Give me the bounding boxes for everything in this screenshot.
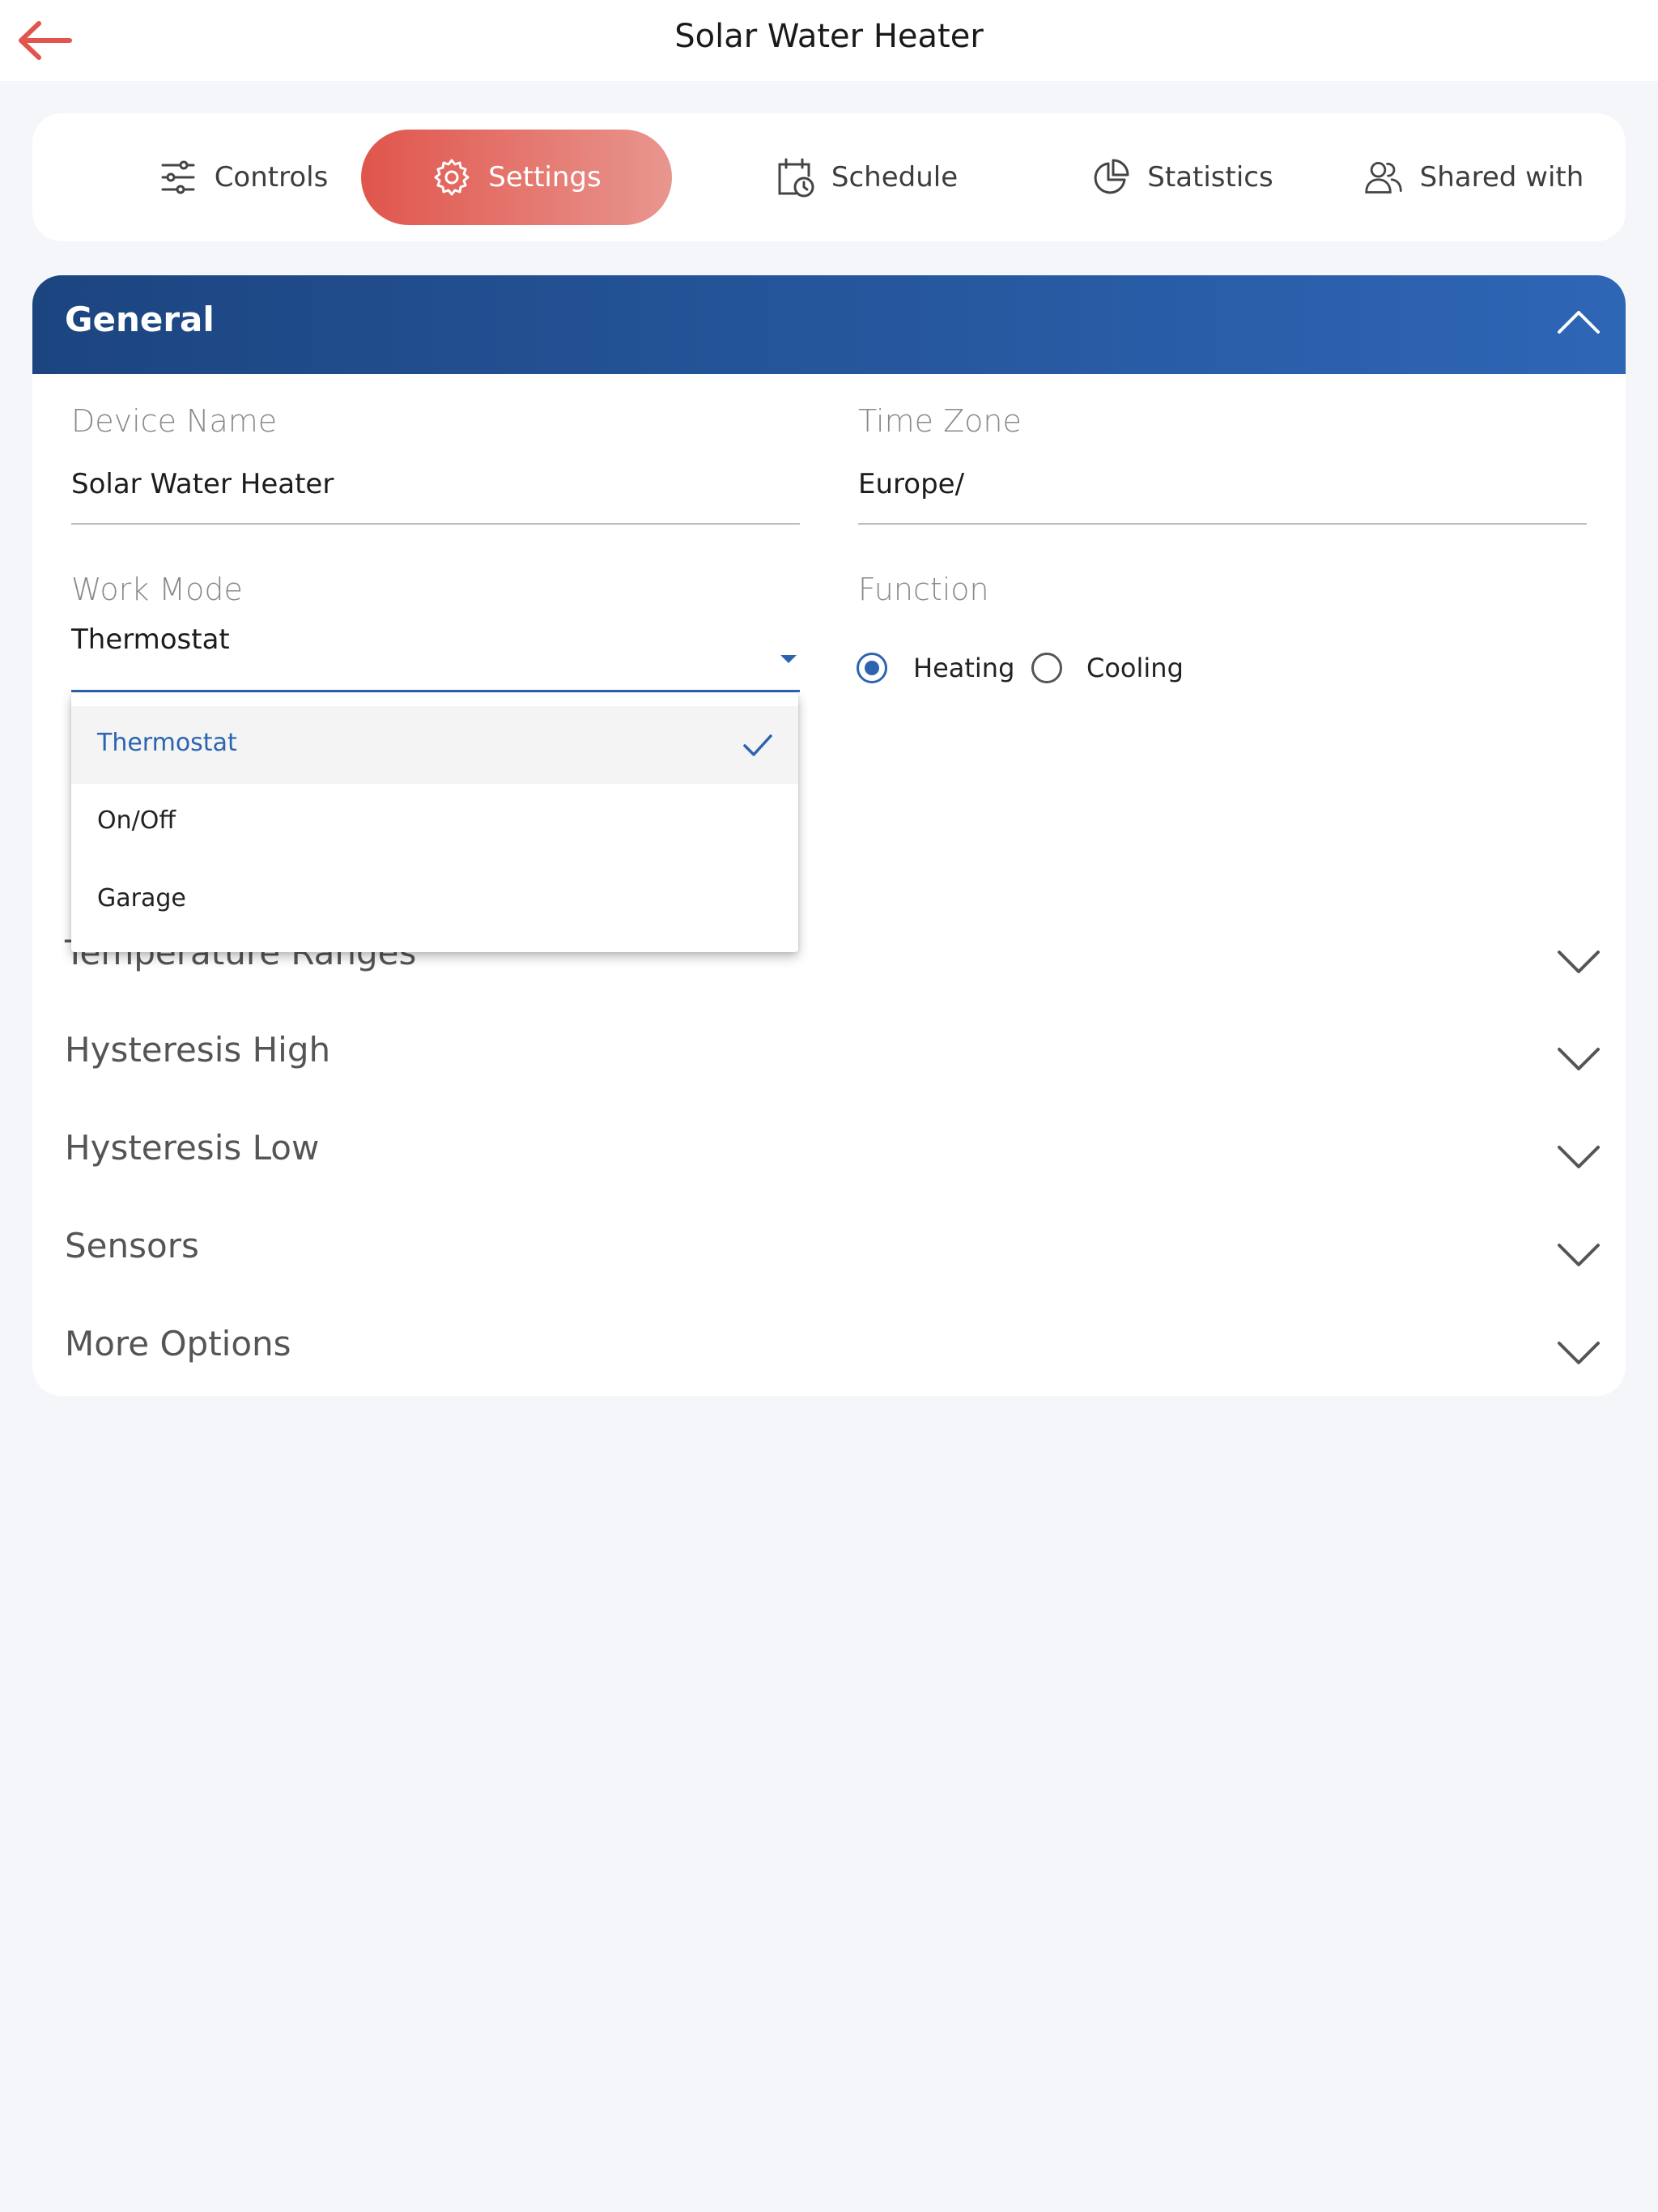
menu-option-label: On/Off — [97, 806, 176, 835]
general-section-header[interactable]: General — [32, 275, 1626, 374]
tab-label: Statistics — [1147, 161, 1273, 194]
cooling-radio-label[interactable]: Cooling — [1086, 653, 1184, 683]
menu-option-label: Garage — [97, 884, 186, 912]
accordion-sensors[interactable]: Sensors — [32, 1208, 1626, 1289]
chevron-down-icon — [1558, 951, 1600, 973]
accordion-hysteresis-high[interactable]: Hysteresis High — [32, 1012, 1626, 1093]
sliders-icon — [158, 157, 198, 198]
gear-icon — [432, 157, 472, 198]
top-bar: Solar Water Heater — [0, 0, 1658, 81]
time-zone-label: Time Zone — [858, 403, 1022, 439]
menu-option-thermostat[interactable]: Thermostat — [71, 706, 798, 784]
work-mode-select[interactable]: Thermostat — [71, 623, 800, 656]
chevron-down-icon — [1558, 1342, 1600, 1364]
work-mode-underline — [71, 690, 800, 692]
work-mode-dropdown-menu: Thermostat On/Off Garage — [71, 693, 798, 952]
accordion-hysteresis-low[interactable]: Hysteresis Low — [32, 1110, 1626, 1191]
time-zone-underline — [858, 523, 1587, 525]
function-label: Function — [858, 572, 989, 607]
tab-shared-with[interactable]: Shared with — [1344, 130, 1603, 225]
cooling-radio[interactable] — [1031, 653, 1062, 683]
time-zone-field[interactable]: Europe/ — [858, 468, 1587, 500]
tab-label: Schedule — [831, 161, 959, 194]
accordion-label: Hysteresis High — [65, 1030, 331, 1070]
chevron-up-icon[interactable] — [1554, 300, 1603, 348]
tab-controls[interactable]: Controls — [121, 130, 364, 225]
menu-option-garage[interactable]: Garage — [71, 861, 798, 939]
menu-option-label: Thermostat — [97, 729, 237, 757]
heating-radio[interactable] — [857, 653, 887, 683]
users-icon — [1363, 157, 1404, 198]
pie-chart-icon — [1090, 157, 1131, 198]
tab-settings[interactable]: Settings — [361, 130, 672, 225]
heating-radio-label[interactable]: Heating — [913, 653, 1014, 683]
device-name-underline — [71, 523, 800, 525]
accordion-more-options[interactable]: More Options — [32, 1306, 1626, 1387]
accordion-label: More Options — [65, 1324, 291, 1363]
dropdown-arrow-icon[interactable] — [780, 655, 797, 663]
chevron-down-icon — [1558, 1048, 1600, 1070]
check-icon — [743, 734, 772, 756]
tab-bar: Controls Settings Schedule Statistics Sh… — [32, 113, 1626, 241]
tab-schedule[interactable]: Schedule — [729, 130, 1004, 225]
chevron-down-icon — [1558, 1146, 1600, 1168]
device-name-field[interactable]: Solar Water Heater — [71, 468, 800, 500]
tab-statistics[interactable]: Statistics — [1044, 130, 1320, 225]
tab-label: Shared with — [1419, 161, 1584, 194]
page-title: Solar Water Heater — [674, 18, 984, 55]
work-mode-label: Work Mode — [71, 572, 243, 607]
accordion-label: Hysteresis Low — [65, 1128, 320, 1168]
accordion-label: Sensors — [65, 1226, 199, 1266]
calendar-clock-icon — [775, 157, 815, 198]
chevron-down-icon — [1558, 1244, 1600, 1266]
menu-option-on-off[interactable]: On/Off — [71, 784, 798, 861]
tab-label: Controls — [214, 161, 329, 194]
general-section-title: General — [65, 300, 215, 339]
device-name-label: Device Name — [71, 403, 278, 439]
tab-label: Settings — [488, 161, 602, 194]
